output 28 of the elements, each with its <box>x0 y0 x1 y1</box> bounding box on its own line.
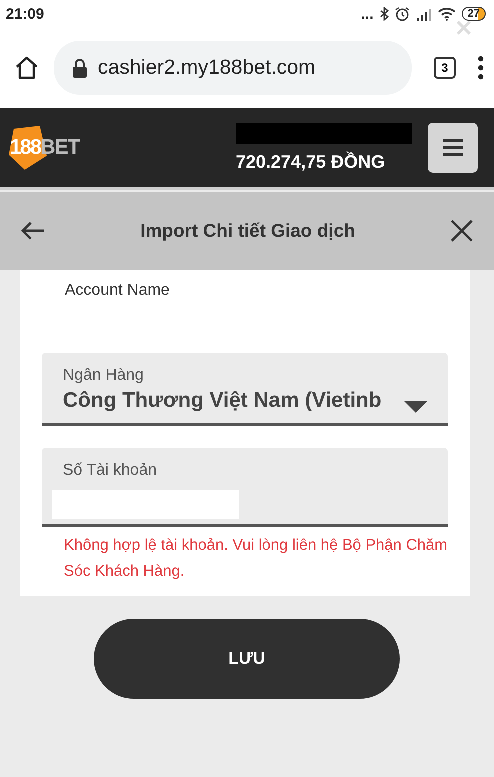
logo-number: 188 <box>9 136 41 160</box>
field-label: Ngân Hàng <box>63 367 145 385</box>
clock: 21:09 <box>6 6 44 22</box>
menu-icon <box>442 138 464 156</box>
account-balance: 720.274,75 ĐỒNG <box>236 152 386 172</box>
bank-dropdown[interactable]: Ngân Hàng Công Thương Việt Nam (Vietinb <box>42 353 448 426</box>
field-label: Số Tài khoản <box>63 462 158 480</box>
menu-button[interactable] <box>428 122 478 172</box>
notification-dots: ... <box>361 6 374 22</box>
back-arrow-icon <box>20 221 46 241</box>
close-icon <box>450 219 474 243</box>
close-icon <box>456 20 472 36</box>
field-value: Công Thương Việt Nam (Vietinb <box>63 389 383 413</box>
bluetooth-icon <box>380 7 389 21</box>
address-bar[interactable]: cashier2.my188bet.com <box>54 41 412 95</box>
save-button[interactable]: LƯU <box>94 619 400 699</box>
tab-count-button[interactable]: 3 <box>434 57 456 79</box>
wifi-icon <box>438 7 456 21</box>
signal-icon <box>416 8 432 20</box>
field-label: Account Name <box>65 282 171 300</box>
dialog-title: Import Chi tiết Giao dịch <box>140 220 356 242</box>
dropdown-caret-icon <box>404 401 428 413</box>
home-icon <box>14 55 40 81</box>
lock-icon <box>72 58 88 78</box>
error-message: Không hợp lệ tài khoản. Vui lòng liên hệ Bộ Phận Chăm Sóc Khách Hàng. <box>64 536 448 582</box>
more-options-icon <box>478 56 484 80</box>
alarm-icon <box>394 6 410 22</box>
account-number-field[interactable]: Số Tài khoản <box>42 448 448 527</box>
